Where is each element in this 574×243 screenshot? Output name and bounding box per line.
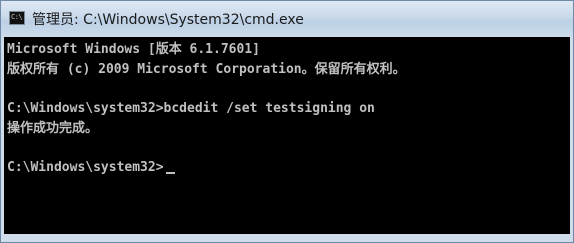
title-bar[interactable]: C:\ 管理员: C:\Windows\System32\cmd.exe xyxy=(1,1,573,37)
console-prompt: C:\Windows\system32> xyxy=(7,160,164,175)
cmd-icon[interactable]: C:\ xyxy=(9,11,25,25)
console-output[interactable]: Microsoft Windows [版本 6.1.7601] 版权所有 (c)… xyxy=(4,37,570,234)
window-title: 管理员: C:\Windows\System32\cmd.exe xyxy=(32,12,304,28)
console-prompt-line[interactable]: C:\Windows\system32> xyxy=(7,158,175,178)
console-line: 版权所有 (c) 2009 Microsoft Corporation。保留所有… xyxy=(7,62,406,77)
console-line: 操作成功完成。 xyxy=(7,121,99,136)
cmd-window: C:\ 管理员: C:\Windows\System32\cmd.exe Mic… xyxy=(0,0,574,243)
console-line: Microsoft Windows [版本 6.1.7601] xyxy=(7,42,260,57)
cmd-icon-label: C:\ xyxy=(11,13,23,21)
text-cursor xyxy=(165,172,175,174)
console-line: C:\Windows\system32>bcdedit /set testsig… xyxy=(7,101,375,116)
